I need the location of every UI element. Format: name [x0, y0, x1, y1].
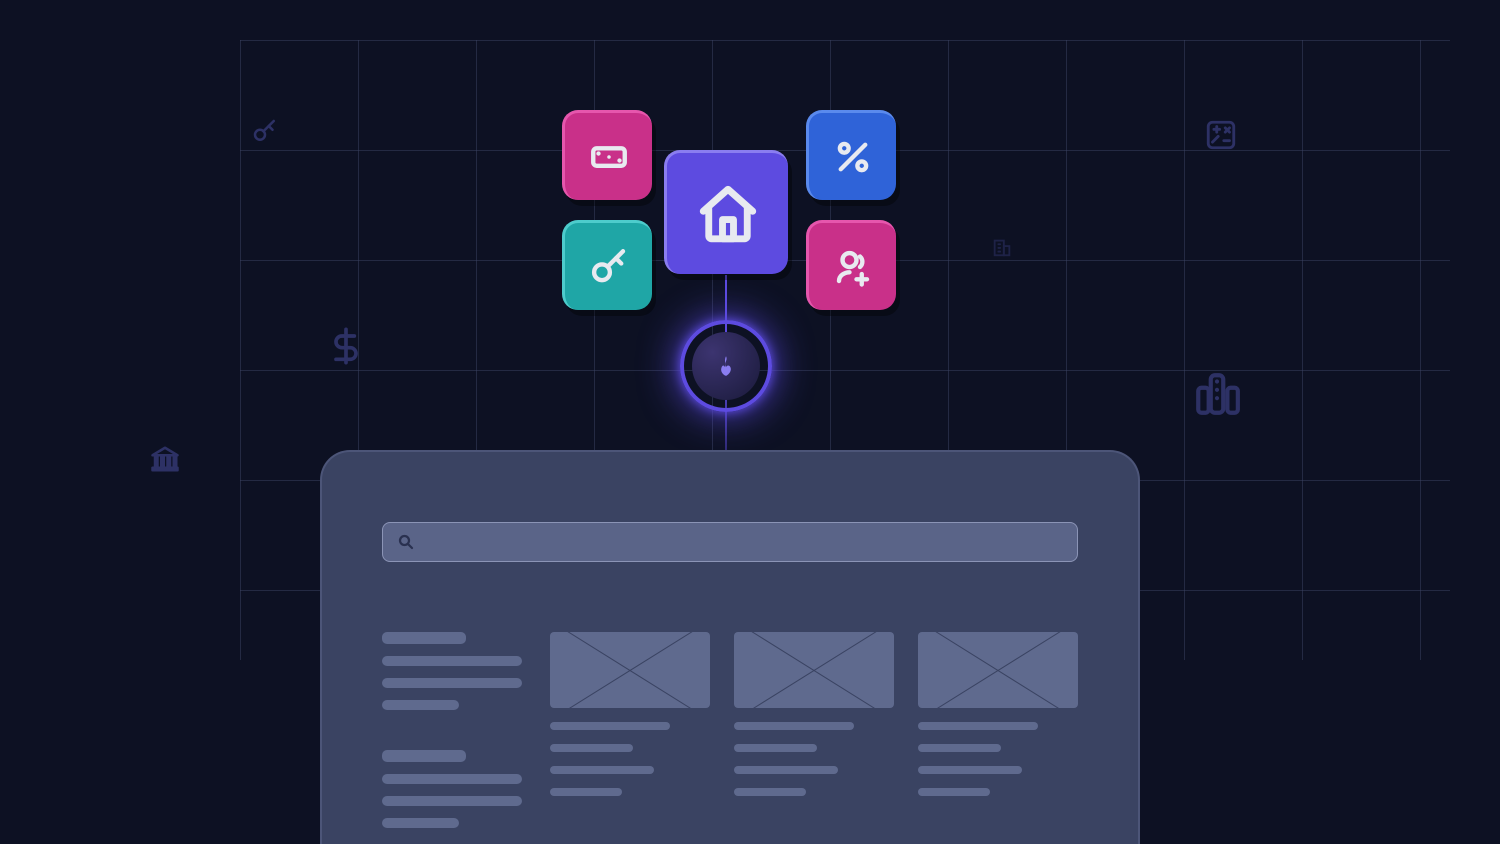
card-line-skeleton: [734, 788, 806, 796]
key-icon: [588, 246, 630, 288]
card-line-skeleton: [734, 722, 854, 730]
sidebar-line-skeleton: [382, 678, 522, 688]
sidebar-placeholder: [382, 632, 522, 828]
card-line-skeleton: [550, 744, 633, 752]
card-line-skeleton: [550, 722, 670, 730]
card-image-placeholder: [918, 632, 1078, 708]
card-image-placeholder: [734, 632, 894, 708]
search-icon: [397, 533, 415, 551]
card-line-skeleton: [550, 766, 654, 774]
home-tile: [664, 150, 788, 274]
sidebar-line-skeleton: [382, 656, 522, 666]
card-item: [918, 632, 1078, 828]
sidebar-line-skeleton: [382, 796, 522, 806]
calculator-icon: [1204, 118, 1238, 156]
key-tile: [562, 220, 652, 310]
sidebar-heading-skeleton: [382, 750, 466, 762]
sidebar-line-skeleton: [382, 818, 459, 828]
home-icon: [695, 181, 761, 247]
add-person-tile: [806, 220, 896, 310]
flame-logo-icon: [713, 353, 739, 379]
card-line-skeleton: [918, 722, 1038, 730]
sidebar-heading-skeleton: [382, 632, 466, 644]
hub-logo-container: [692, 332, 760, 400]
app-window-wireframe: [320, 450, 1140, 844]
card-item: [550, 632, 710, 828]
card-item: [734, 632, 894, 828]
card-line-skeleton: [918, 766, 1022, 774]
percent-icon: [832, 136, 874, 178]
card-line-skeleton: [734, 766, 838, 774]
card-line-skeleton: [734, 744, 817, 752]
towers-icon: [1192, 366, 1242, 426]
content-row: [382, 632, 1078, 828]
sidebar-line-skeleton: [382, 700, 459, 710]
key-icon: [250, 116, 280, 150]
search-bar[interactable]: [382, 522, 1078, 562]
card-line-skeleton: [918, 744, 1001, 752]
card-line-skeleton: [550, 788, 622, 796]
add-person-icon: [832, 246, 874, 288]
money-tile: [562, 110, 652, 200]
percent-tile: [806, 110, 896, 200]
bank-icon: [150, 444, 180, 478]
card-image-placeholder: [550, 632, 710, 708]
card-line-skeleton: [918, 788, 990, 796]
cards-row: [550, 632, 1078, 828]
money-icon: [588, 136, 630, 178]
sidebar-line-skeleton: [382, 774, 522, 784]
hub-node: [680, 320, 772, 412]
dollar-icon: [326, 322, 366, 374]
building-outline-icon: [991, 234, 1013, 264]
